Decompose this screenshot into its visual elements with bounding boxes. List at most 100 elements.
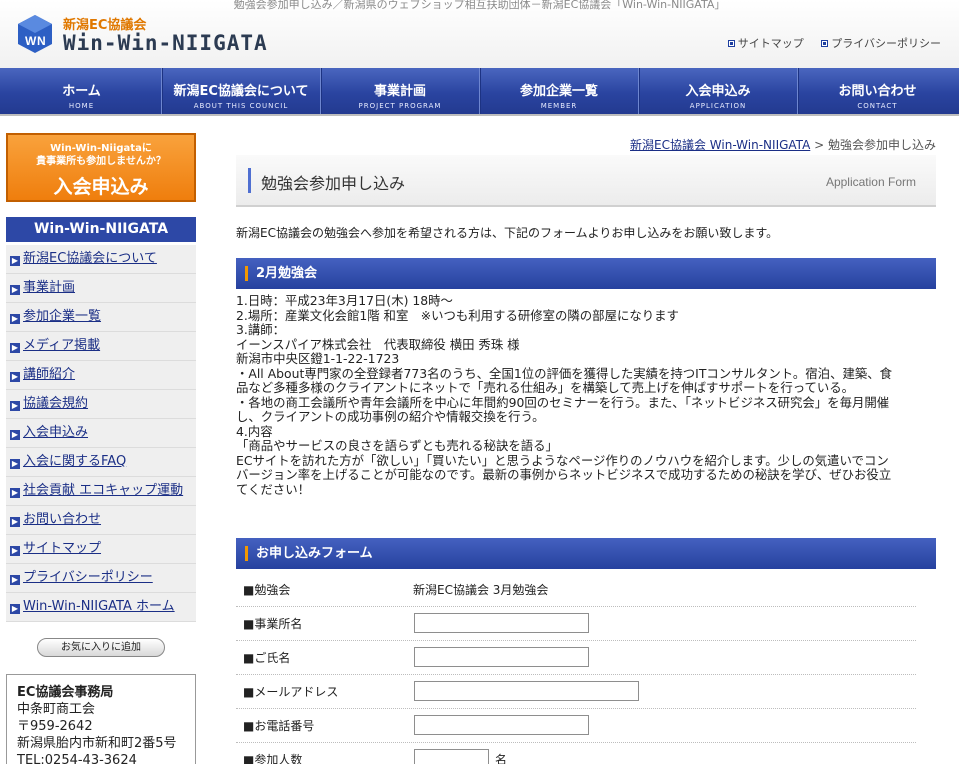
sidebar-link[interactable]: 講師紹介 <box>23 367 75 382</box>
study-value: 新潟EC協議会 3月勉強会 <box>413 583 549 597</box>
sidebar-link[interactable]: メディア掲載 <box>23 338 100 353</box>
page-tagline: 勉強会参加申し込み／新潟県のウェブショップ相互扶助団体－新潟EC協議会「Win-… <box>233 0 726 10</box>
sidebar-item-faq[interactable]: ▶ 入会に関するFAQ <box>6 448 196 477</box>
sidebar-item-application[interactable]: ▶ 入会申込み <box>6 419 196 448</box>
sidebar-link[interactable]: サイトマップ <box>23 541 101 556</box>
sidebar-link[interactable]: Win-Win-NIIGATA ホーム <box>23 599 175 614</box>
logo-title[interactable]: Win-Win-NIIGATA <box>63 31 268 55</box>
nav-label: ホーム <box>62 84 101 99</box>
sidebar-item-members[interactable]: ▶ 参加企業一覧 <box>6 303 196 332</box>
sidebar-link[interactable]: 社会貢献 エコキャップ運動 <box>23 483 183 498</box>
office-address: 新潟県胎内市新和町2番5号 <box>17 736 177 751</box>
join-banner[interactable]: Win-Win-Niigataに 貴事業所も参加しませんか？ 入会申込み <box>6 133 196 202</box>
arrow-bullet-icon: ▶ <box>10 459 20 469</box>
sidebar-title: Win-Win-NIIGATA <box>6 217 196 242</box>
nav-contact[interactable]: お問い合わせ CONTACT <box>797 68 957 114</box>
form-row-office: ■事業所名 <box>236 607 916 641</box>
breadcrumb-home-link[interactable]: 新潟EC協議会 Win-Win-NIIGATA <box>630 138 810 152</box>
intro-text: 新潟EC協議会の勉強会へ参加を希望される方は、下記のフォームよりお申し込みをお願… <box>236 226 779 240</box>
join-banner-title: 入会申込み <box>53 176 149 198</box>
sidebar-item-ecocap[interactable]: ▶ 社会貢献 エコキャップ運動 <box>6 477 196 506</box>
nav-label: 新潟EC協議会について <box>173 84 309 99</box>
form-row-count: ■参加人数 名 <box>236 743 916 764</box>
svg-text:N: N <box>37 34 46 48</box>
nav-home[interactable]: ホーム HOME <box>3 68 162 114</box>
event-line: てください！ <box>236 481 310 497</box>
email-field[interactable] <box>414 681 639 701</box>
page-title-en: Application Form <box>825 175 916 189</box>
site-header: 勉強会参加申し込み／新潟県のウェブショップ相互扶助団体－新潟EC協議会「Win-… <box>0 0 959 68</box>
header-links: サイトマップ プライバシーポリシー <box>714 35 941 51</box>
sidebar-item-home[interactable]: ▶ Win-Win-NIIGATA ホーム <box>6 593 196 622</box>
name-field[interactable] <box>414 647 589 667</box>
sidebar-item-about[interactable]: ▶ 新潟EC協議会について <box>6 245 196 274</box>
nav-sublabel: APPLICATION <box>689 102 747 110</box>
nav-member[interactable]: 参加企業一覧 MEMBER <box>479 68 639 114</box>
arrow-bullet-icon: ▶ <box>10 430 20 440</box>
count-label: ■参加人数 <box>243 753 303 764</box>
logo-icon[interactable]: W N <box>16 14 54 54</box>
event-line: 4.内容 <box>236 423 273 439</box>
sidebar-link[interactable]: 参加企業一覧 <box>23 309 101 324</box>
nav-sublabel: CONTACT <box>857 102 898 110</box>
nav-about[interactable]: 新潟EC協議会について ABOUT THIS COUNCIL <box>161 68 321 114</box>
sitemap-link[interactable]: サイトマップ <box>727 37 804 50</box>
sidebar-link[interactable]: 新潟EC協議会について <box>23 251 157 266</box>
sidebar-link[interactable]: 事業計画 <box>23 280 75 295</box>
sidebar-item-sitemap[interactable]: ▶ サイトマップ <box>6 535 196 564</box>
sidebar-link[interactable]: プライバシーポリシー <box>23 570 153 585</box>
office-name-label: ■事業所名 <box>243 617 303 631</box>
event-line: 「商品やサービスの良さを語らずとも売れる秘訣を語る」 <box>236 438 558 453</box>
nav-application[interactable]: 入会申込み APPLICATION <box>638 68 798 114</box>
form-row-email: ■メールアドレス <box>236 675 916 709</box>
nav-project[interactable]: 事業計画 PROJECT PROGRAM <box>320 68 480 114</box>
count-field[interactable] <box>414 749 489 764</box>
sidebar-link[interactable]: 入会に関するFAQ <box>23 454 126 469</box>
name-label: ■ご氏名 <box>243 651 291 665</box>
join-banner-line1: Win-Win-Niigataに <box>50 143 152 154</box>
study-label: ■勉強会 <box>243 583 291 597</box>
add-favorite-button[interactable]: お気に入りに追加 <box>37 638 165 657</box>
arrow-bullet-icon: ▶ <box>10 546 20 556</box>
privacy-link[interactable]: プライバシーポリシー <box>821 37 941 50</box>
event-line: 2.場所：産業文化会館1階 和室 ※いつも利用する研修室の隣の部屋になります <box>236 307 679 323</box>
join-banner-line2: 貴事業所も参加しませんか？ <box>36 156 166 167</box>
event-line: 1.日時：平成23年3月17日(木) 18時～ <box>236 293 453 308</box>
sidebar-item-media[interactable]: ▶ メディア掲載 <box>6 332 196 361</box>
nav-label: 参加企業一覧 <box>519 84 598 99</box>
phone-label: ■お電話番号 <box>243 719 315 733</box>
sidebar-link[interactable]: 入会申込み <box>23 425 88 440</box>
sidebar-item-lecturers[interactable]: ▶ 講師紹介 <box>6 361 196 390</box>
nav-sublabel: PROJECT PROGRAM <box>358 102 442 110</box>
breadcrumb: 新潟EC協議会 Win-Win-NIIGATA > 勉強会参加申し込み <box>630 136 936 153</box>
square-bullet-icon <box>727 40 735 47</box>
form-heading: お申し込みフォーム <box>236 538 936 569</box>
sidebar-item-project[interactable]: ▶ 事業計画 <box>6 274 196 303</box>
office-line: 中条町商工会 <box>17 702 96 717</box>
arrow-bullet-icon: ▶ <box>10 488 20 498</box>
form-row-study: ■勉強会 新潟EC協議会 3月勉強会 <box>236 573 916 607</box>
sidebar-item-rules[interactable]: ▶ 協議会規約 <box>6 390 196 419</box>
nav-sublabel: MEMBER <box>540 102 578 110</box>
page-title: 勉強会参加申し込み <box>261 174 406 193</box>
sidebar-link[interactable]: お問い合わせ <box>23 512 101 527</box>
nav-label: 事業計画 <box>373 84 426 99</box>
sidebar-link[interactable]: 協議会規約 <box>23 396 88 411</box>
arrow-bullet-icon: ▶ <box>10 372 20 382</box>
sidebar-item-contact[interactable]: ▶ お問い合わせ <box>6 506 196 535</box>
breadcrumb-current: 勉強会参加申し込み <box>827 138 936 152</box>
office-info: EC協議会事務局 中条町商工会 〒959-2642 新潟県胎内市新和町2番5号 … <box>6 674 196 764</box>
count-unit: 名 <box>495 753 508 764</box>
office-name: EC協議会事務局 <box>17 685 114 700</box>
arrow-bullet-icon: ▶ <box>10 401 20 411</box>
sidebar-item-privacy[interactable]: ▶ プライバシーポリシー <box>6 564 196 593</box>
office-name-field[interactable] <box>414 613 589 633</box>
event-line: 3.講師： <box>236 322 285 337</box>
nav-sublabel: ABOUT THIS COUNCIL <box>193 102 289 110</box>
arrow-bullet-icon: ▶ <box>10 604 20 614</box>
title-accent-bar <box>248 168 251 193</box>
phone-field[interactable] <box>414 715 589 735</box>
nav-label: お問い合わせ <box>838 84 917 99</box>
event-line: 品など多種多様のクライアントにネットで「売れる仕組み」を構築して売上げを伸ばすサ… <box>236 380 855 395</box>
event-line: バージョン率を上げることが可能なのです。最新の事例からネットビジネスで成功するた… <box>236 467 892 482</box>
